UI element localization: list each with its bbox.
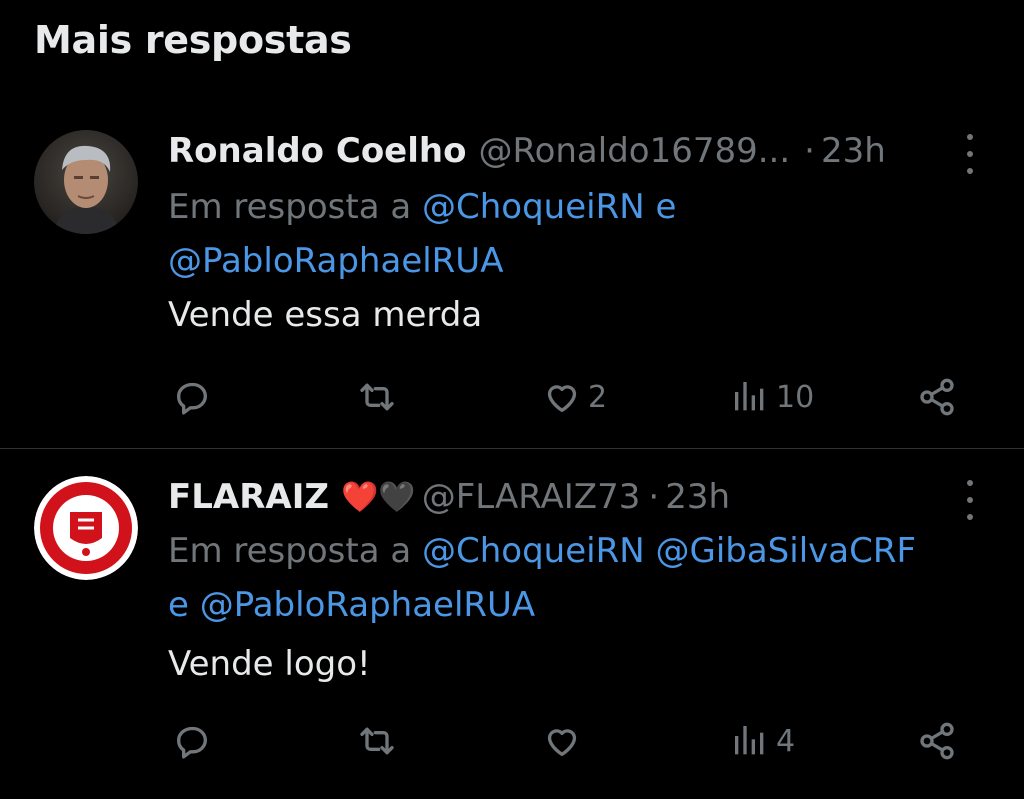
timestamp[interactable]: 23h (665, 477, 730, 517)
views-count: 10 (776, 379, 815, 415)
separator: · (648, 477, 660, 517)
like-button[interactable] (542, 716, 588, 766)
user-handle[interactable]: @Ronaldo16789... (478, 131, 790, 171)
avatar[interactable] (34, 130, 138, 234)
name-emoji: ❤️🖤 (341, 479, 416, 515)
action-bar: 4 (168, 716, 968, 766)
mention-joiner: e (644, 187, 677, 227)
like-count: 2 (588, 379, 608, 415)
share-icon (920, 378, 954, 416)
reply-context: Em resposta a @ChoqueiRN e @PabloRaphael… (168, 180, 988, 288)
reply-text: Vende essa merda (168, 295, 483, 335)
reply-icon (177, 382, 207, 415)
mention-joiner: e (168, 585, 200, 625)
reply-item[interactable]: FLARAIZ ❤️🖤 @FLARAIZ73 · 23h Em resposta… (0, 460, 1024, 799)
views-count: 4 (776, 723, 796, 759)
reply-text: Vende logo! (168, 644, 371, 684)
mention-link[interactable]: @GibaSilvaCRF (655, 531, 916, 571)
user-handle[interactable]: @FLARAIZ73 (422, 477, 641, 517)
reply-item[interactable]: Ronaldo Coelho @Ronaldo16789... · 23h Em… (0, 120, 1024, 449)
reply-header: FLARAIZ ❤️🖤 @FLARAIZ73 · 23h (168, 474, 984, 520)
display-name[interactable]: Ronaldo Coelho (168, 131, 466, 171)
timestamp[interactable]: 23h (821, 131, 886, 171)
separator: · (804, 131, 815, 171)
more-options-icon[interactable] (964, 480, 976, 520)
reply-button[interactable] (172, 372, 212, 422)
reply-context: Em resposta a @ChoqueiRN @GibaSilvaCRF e… (168, 524, 988, 632)
views-icon (735, 726, 764, 755)
views-button[interactable]: 10 (730, 372, 814, 422)
reply-prefix: Em resposta a (168, 187, 422, 227)
mention-link[interactable]: @PabloRaphaelRUA (168, 241, 503, 281)
avatar[interactable] (34, 476, 138, 580)
reply-header: Ronaldo Coelho @Ronaldo16789... · 23h (168, 128, 984, 174)
display-name[interactable]: FLARAIZ (168, 477, 329, 517)
retweet-button[interactable] (356, 372, 398, 422)
action-bar: 2 10 (168, 372, 968, 422)
share-button[interactable] (916, 372, 958, 422)
share-icon (920, 722, 954, 760)
like-icon (547, 385, 577, 412)
reply-icon (177, 726, 207, 759)
like-icon (547, 729, 577, 756)
reply-prefix: Em resposta a (168, 531, 422, 571)
mention-link[interactable]: @ChoqueiRN (422, 531, 645, 571)
section-title: Mais respostas (34, 18, 352, 62)
retweet-icon (360, 383, 394, 411)
mention-link[interactable]: @ChoqueiRN (422, 187, 645, 227)
reply-button[interactable] (172, 716, 212, 766)
mention-link[interactable]: @PabloRaphaelRUA (200, 585, 535, 625)
retweet-icon (360, 727, 394, 755)
share-button[interactable] (916, 716, 958, 766)
views-button[interactable]: 4 (730, 716, 795, 766)
views-icon (735, 382, 764, 411)
retweet-button[interactable] (356, 716, 398, 766)
more-options-icon[interactable] (964, 134, 976, 174)
like-button[interactable]: 2 (542, 372, 607, 422)
